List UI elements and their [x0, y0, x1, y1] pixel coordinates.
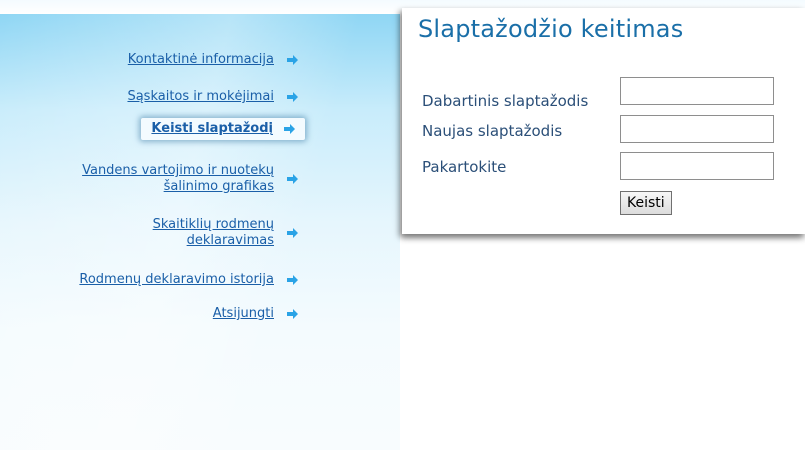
sidebar-item-label-line1[interactable]: Vandens vartojimo ir nuotekų: [82, 163, 274, 179]
sidebar-item-bills-payments[interactable]: Sąskaitos ir mokėjimai: [127, 89, 300, 105]
sidebar-item-logout[interactable]: Atsijungti: [213, 306, 300, 322]
sidebar-item-declaration-history[interactable]: Rodmenų deklaravimo istorija: [79, 272, 300, 288]
arrow-right-icon: [286, 172, 300, 186]
arrow-right-icon: [286, 53, 300, 67]
current-password-label: Dabartinis slaptažodis: [422, 92, 589, 110]
sidebar-item-contact-info[interactable]: Kontaktinė informacija: [128, 52, 300, 68]
change-password-button[interactable]: Keisti: [620, 191, 672, 215]
sidebar-item-label-line2[interactable]: šalinimo grafikas: [82, 179, 274, 195]
arrow-right-icon: [283, 122, 297, 136]
arrow-right-icon: [286, 307, 300, 321]
sidebar-item-label-wrap[interactable]: Vandens vartojimo ir nuotekų šalinimo gr…: [82, 163, 274, 195]
page-title: Slaptažodžio keitimas: [418, 15, 684, 43]
page: Kontaktinė informacija Sąskaitos ir mokė…: [0, 0, 805, 450]
sidebar-item-label-wrap[interactable]: Skaitiklių rodmenų deklaravimas: [153, 217, 274, 249]
arrow-right-icon: [286, 90, 300, 104]
change-password-panel: Slaptažodžio keitimas Dabartinis slaptaž…: [402, 8, 805, 234]
sidebar-item-label[interactable]: Rodmenų deklaravimo istorija: [79, 272, 274, 288]
sidebar-item-change-password[interactable]: Keisti slaptažodį: [141, 118, 305, 140]
sidebar-item-meter-declaration[interactable]: Skaitiklių rodmenų deklaravimas: [153, 217, 300, 249]
sidebar-item-label-line1[interactable]: Skaitiklių rodmenų: [153, 217, 274, 233]
new-password-field[interactable]: [620, 115, 774, 143]
sidebar-item-label[interactable]: Sąskaitos ir mokėjimai: [127, 89, 274, 105]
repeat-password-field[interactable]: [620, 152, 774, 180]
repeat-password-label: Pakartokite: [422, 158, 507, 176]
current-password-field[interactable]: [620, 77, 774, 105]
sidebar-item-label-line2[interactable]: deklaravimas: [153, 233, 274, 249]
sidebar-item-label[interactable]: Keisti slaptažodį: [151, 121, 273, 137]
sidebar-item-label[interactable]: Kontaktinė informacija: [128, 52, 274, 68]
new-password-label: Naujas slaptažodis: [422, 122, 563, 140]
arrow-right-icon: [286, 273, 300, 287]
sidebar-item-water-consumption-schedule[interactable]: Vandens vartojimo ir nuotekų šalinimo gr…: [82, 163, 300, 195]
arrow-right-icon: [286, 226, 300, 240]
sidebar-item-label[interactable]: Atsijungti: [213, 306, 274, 322]
